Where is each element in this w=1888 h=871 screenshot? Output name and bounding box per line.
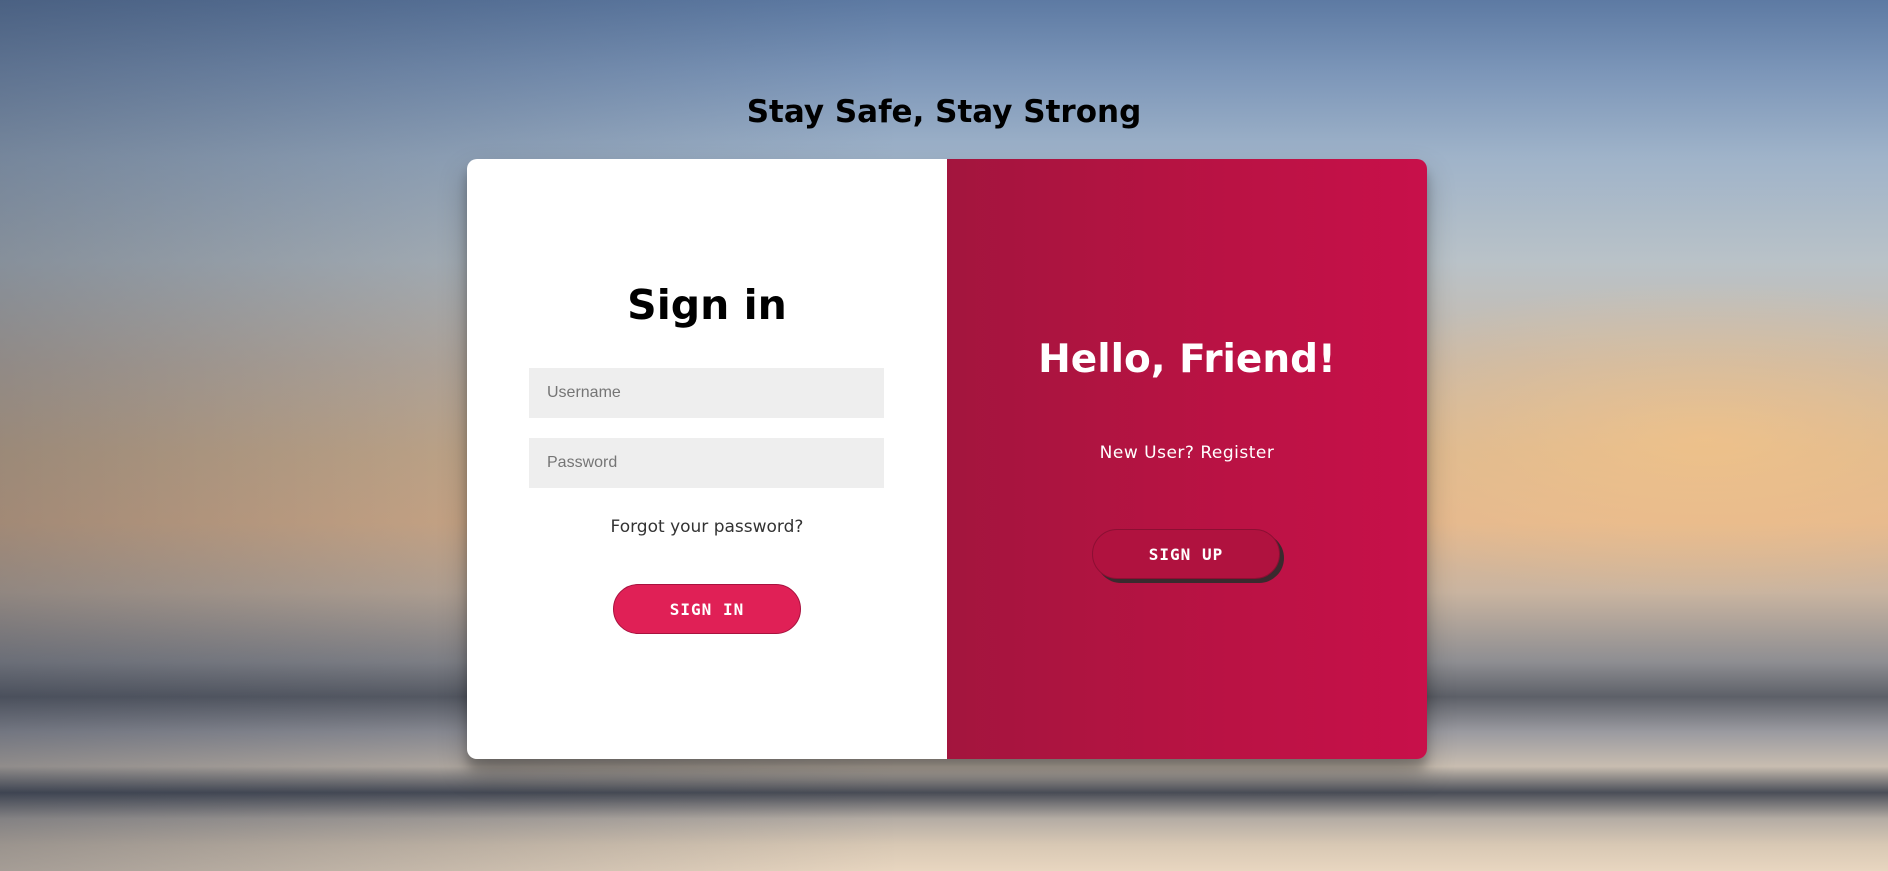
sign-in-button[interactable]: SIGN IN	[613, 584, 801, 634]
username-input[interactable]	[529, 368, 884, 418]
sign-up-button[interactable]: SIGN UP	[1092, 529, 1280, 579]
signin-panel: Sign in Forgot your password? SIGN IN	[467, 159, 947, 759]
register-link[interactable]: New User? Register	[947, 443, 1427, 463]
signin-heading: Sign in	[627, 281, 787, 329]
page-title: Stay Safe, Stay Strong	[746, 94, 1142, 130]
password-input[interactable]	[529, 438, 884, 488]
auth-card: Sign in Forgot your password? SIGN IN He…	[467, 159, 1427, 759]
hello-heading: Hello, Friend!	[1038, 337, 1336, 382]
signup-panel: Hello, Friend! New User? Register SIGN U…	[947, 159, 1427, 759]
forgot-password-link[interactable]: Forgot your password?	[467, 517, 947, 537]
